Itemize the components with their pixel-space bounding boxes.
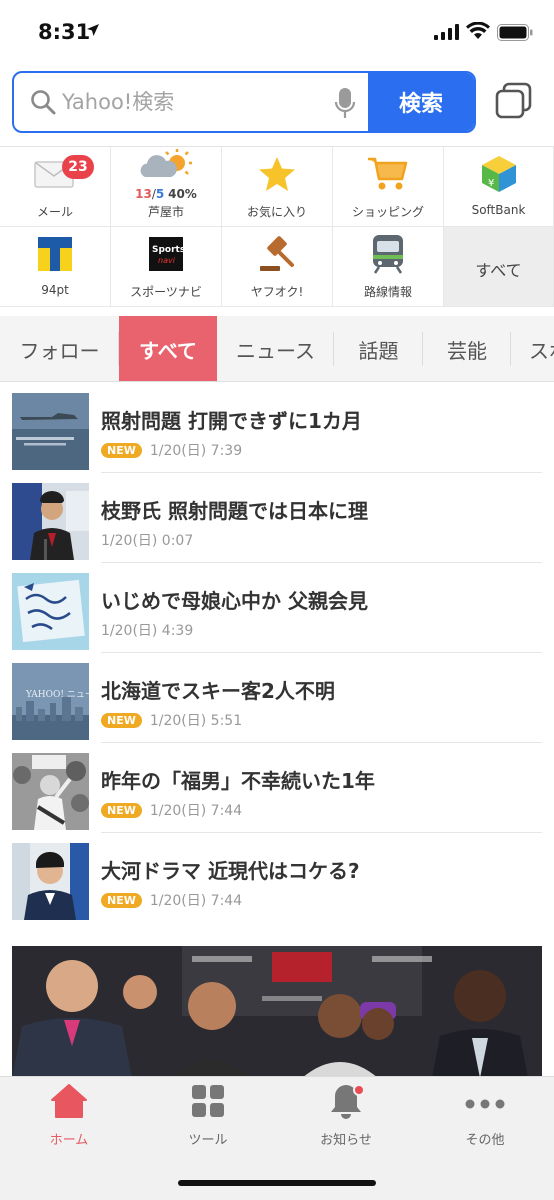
news-thumbnail xyxy=(12,843,89,920)
shortcut-label: メール xyxy=(36,205,73,219)
news-title: 昨年の「福男」不幸続いた1年 xyxy=(101,769,375,793)
home-indicator[interactable] xyxy=(178,1180,376,1186)
news-title: 北海道でスキー客2人不明 xyxy=(101,679,335,703)
news-date: 1/20(日) 7:44 xyxy=(149,893,243,909)
svg-text:Sports: Sports xyxy=(152,245,183,255)
notification-dot xyxy=(353,1084,365,1096)
shortcut-label: 路線情報 xyxy=(363,285,412,299)
nav-more[interactable]: その他 xyxy=(416,1077,554,1157)
shortcut-sports[interactable]: Sports navi スポーツナビ xyxy=(111,227,222,307)
nav-label: ツール xyxy=(188,1133,228,1148)
new-badge: NEW xyxy=(101,802,142,818)
svg-text:¥: ¥ xyxy=(488,178,494,189)
partly-cloudy-icon xyxy=(137,149,195,185)
tab-all[interactable]: すべて xyxy=(119,316,217,381)
shortcut-label: 芦屋市 xyxy=(147,205,184,219)
tab-follow[interactable]: フォロー xyxy=(0,316,119,381)
star-icon xyxy=(258,156,296,196)
nav-label: ホーム xyxy=(49,1133,89,1148)
news-thumbnail xyxy=(12,753,89,830)
search-input[interactable] xyxy=(62,81,312,123)
news-date: 1/20(日) 5:51 xyxy=(149,713,243,729)
softbank-cube-icon: ¥ xyxy=(479,154,519,198)
nav-label: お知らせ xyxy=(320,1133,372,1148)
news-date: 1/20(日) 0:07 xyxy=(101,533,194,549)
nav-home[interactable]: ホーム xyxy=(0,1077,138,1157)
tab-news[interactable]: ニュース xyxy=(217,316,334,381)
weather-temps: 13/5 40% xyxy=(135,187,197,201)
status-bar: 8:31 xyxy=(0,0,554,64)
news-list: 照射問題 打開できずに1カ月 NEW 1/20(日) 7:39 枝野氏 照射問題で… xyxy=(0,383,554,923)
shortcut-all[interactable]: すべて xyxy=(444,227,554,307)
tools-icon xyxy=(191,1084,225,1122)
shortcut-grid: 23 メール 13/5 40% 芦屋市 お気に入り ショッピング ¥ SoftB… xyxy=(0,146,554,307)
news-item[interactable]: 大河ドラマ 近現代はコケる? NEW 1/20(日) 7:44 xyxy=(0,833,554,923)
search-button[interactable]: 検索 xyxy=(368,73,474,131)
train-icon xyxy=(371,234,405,278)
shortcut-auction[interactable]: ヤフオク! xyxy=(222,227,333,307)
news-title: いじめで母娘心中か 父親会見 xyxy=(101,589,368,613)
news-thumbnail xyxy=(12,573,89,650)
news-thumbnail xyxy=(12,393,89,470)
news-item[interactable]: 照射問題 打開できずに1カ月 NEW 1/20(日) 7:39 xyxy=(0,383,554,473)
tab-entertainment[interactable]: 芸能 xyxy=(423,316,511,381)
shortcut-transit[interactable]: 路線情報 xyxy=(333,227,444,307)
shortcut-label: ショッピング xyxy=(351,205,424,219)
new-badge: NEW xyxy=(101,442,142,458)
category-tabs: フォロー すべて ニュース 話題 芸能 スポ xyxy=(0,316,554,382)
shortcut-tpoint[interactable]: 94pt xyxy=(0,227,111,307)
shortcut-softbank[interactable]: ¥ SoftBank xyxy=(444,147,554,227)
shortcut-label: お気に入り xyxy=(246,205,307,219)
shortcut-label: すべて xyxy=(475,261,522,280)
gavel-icon xyxy=(257,234,297,278)
news-date: 1/20(日) 7:44 xyxy=(149,803,243,819)
svg-text:navi: navi xyxy=(158,256,176,265)
news-title: 照射問題 打開できずに1カ月 xyxy=(101,409,362,433)
news-date: 1/20(日) 7:39 xyxy=(149,443,243,459)
shortcut-favorites[interactable]: お気に入り xyxy=(222,147,333,227)
new-badge: NEW xyxy=(101,892,142,908)
cellular-signal-icon xyxy=(434,24,460,44)
new-badge: NEW xyxy=(101,712,142,728)
microphone-icon[interactable] xyxy=(334,87,356,125)
shortcut-label: SoftBank xyxy=(471,203,526,217)
tab-topics[interactable]: 話題 xyxy=(334,316,423,381)
nav-label: その他 xyxy=(465,1133,505,1148)
news-thumbnail: YAHOO! ニュース xyxy=(12,663,89,740)
news-title: 枝野氏 照射問題では日本に理 xyxy=(101,499,368,523)
shortcut-mail[interactable]: 23 メール xyxy=(0,147,111,227)
shortcut-shopping[interactable]: ショッピング xyxy=(333,147,444,227)
search-box: 検索 xyxy=(12,71,476,133)
shortcut-weather[interactable]: 13/5 40% 芦屋市 xyxy=(111,147,222,227)
news-title: 大河ドラマ 近現代はコケる? xyxy=(101,859,360,883)
location-arrow-icon xyxy=(86,22,100,41)
tab-sports[interactable]: スポ xyxy=(511,316,554,381)
news-item[interactable]: YAHOO! ニュース 北海道でスキー客2人不明 NEW 1/20(日) 5:51 xyxy=(0,653,554,743)
shortcut-label: ヤフオク! xyxy=(250,285,304,299)
search-icon xyxy=(30,89,56,119)
news-thumbnail xyxy=(12,483,89,560)
status-time: 8:31 xyxy=(38,20,91,44)
news-date: 1/20(日) 4:39 xyxy=(101,623,194,639)
shopping-cart-icon xyxy=(366,155,410,197)
home-icon xyxy=(51,1084,87,1122)
battery-icon xyxy=(497,24,533,45)
sportsnavi-logo-icon: Sports navi xyxy=(149,237,185,275)
more-icon xyxy=(465,1094,505,1113)
svg-text:YAHOO! ニュース: YAHOO! ニュース xyxy=(25,690,89,700)
mail-unread-badge: 23 xyxy=(62,155,94,179)
shortcut-label: 94pt xyxy=(41,283,69,297)
news-item[interactable]: いじめで母娘心中か 父親会見 1/20(日) 4:39 xyxy=(0,563,554,653)
wifi-icon xyxy=(466,21,490,44)
news-item[interactable]: 昨年の「福男」不幸続いた1年 NEW 1/20(日) 7:44 xyxy=(0,743,554,833)
news-item[interactable]: 枝野氏 照射問題では日本に理 1/20(日) 0:07 xyxy=(0,473,554,563)
browser-tabs-icon[interactable] xyxy=(495,82,533,124)
featured-photo[interactable] xyxy=(12,946,542,1078)
shortcut-label: スポーツナビ xyxy=(130,285,202,299)
nav-tools[interactable]: ツール xyxy=(139,1077,277,1157)
tpoint-icon xyxy=(38,237,72,275)
nav-notifications[interactable]: お知らせ xyxy=(277,1077,415,1157)
